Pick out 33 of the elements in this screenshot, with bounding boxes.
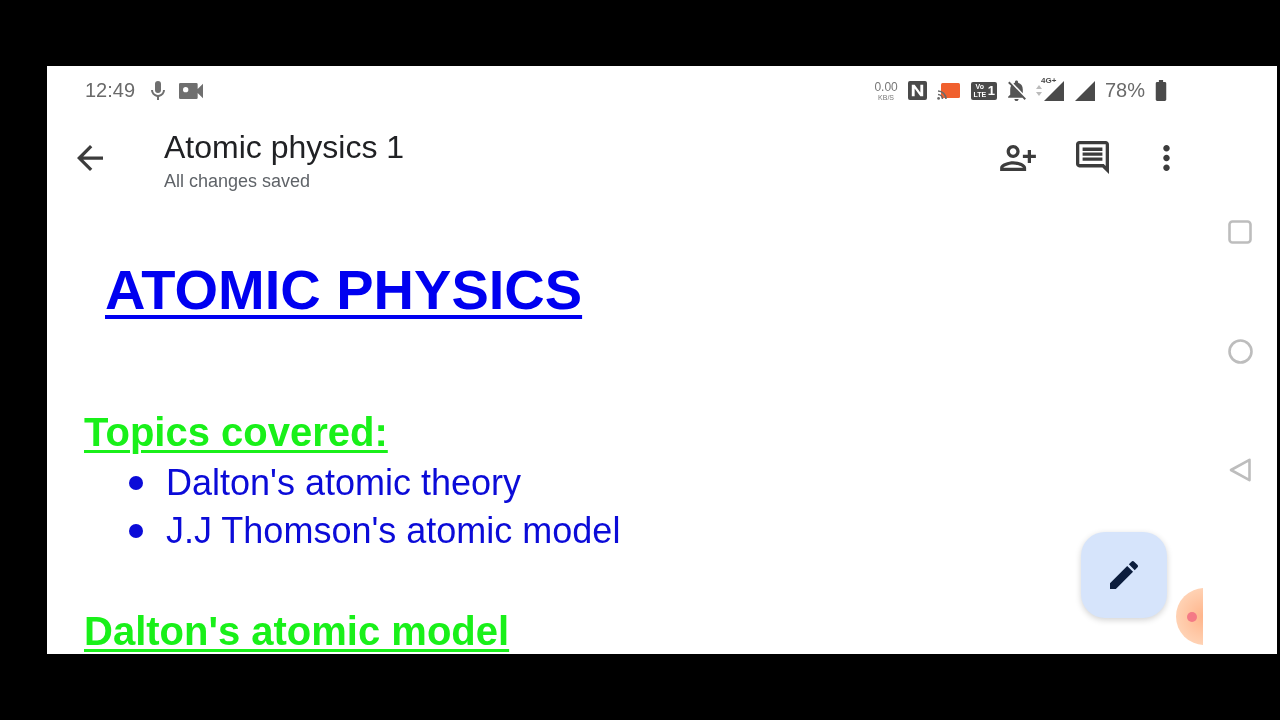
screen-cast-icon [936, 81, 961, 100]
circle-icon [1227, 338, 1253, 364]
list-item-text: J.J Thomson's atomic model [166, 509, 621, 553]
clock-time: 12:49 [85, 79, 136, 102]
edit-button[interactable] [1081, 532, 1167, 618]
floating-bubble-icon[interactable] [1176, 588, 1203, 645]
more-options-icon [1162, 144, 1170, 171]
add-person-icon [1000, 144, 1036, 171]
comment-icon [1075, 141, 1109, 174]
square-icon [1228, 220, 1252, 244]
section-heading: Dalton's atomic model [84, 608, 510, 654]
microphone-icon [151, 81, 166, 100]
document-heading: ATOMIC PHYSICS [105, 258, 583, 322]
bullet-icon [129, 476, 143, 490]
data-arrows-icon [1035, 85, 1042, 96]
signal-strength-icon [1042, 80, 1065, 101]
section-heading: Topics covered: [84, 409, 388, 455]
data-rate-value: 0.00 [874, 80, 898, 93]
network-type: 4G+ [1040, 75, 1057, 85]
triangle-back-icon [1229, 458, 1251, 482]
save-status: All changes saved [164, 170, 311, 192]
nfc-icon [907, 81, 927, 100]
signal-strength-icon [1074, 80, 1095, 101]
sim-number: 1 [987, 83, 995, 98]
battery-percent: 78% [1104, 79, 1145, 102]
document-name: Atomic physics 1 [164, 129, 405, 165]
back-arrow-icon [77, 144, 103, 171]
pencil-icon [1110, 561, 1138, 589]
list-item-text: Dalton's atomic theory [166, 461, 522, 505]
bullet-icon [129, 524, 143, 538]
video-camera-icon [179, 82, 204, 99]
bell-off-icon [1006, 80, 1026, 101]
battery-icon [1155, 80, 1167, 101]
